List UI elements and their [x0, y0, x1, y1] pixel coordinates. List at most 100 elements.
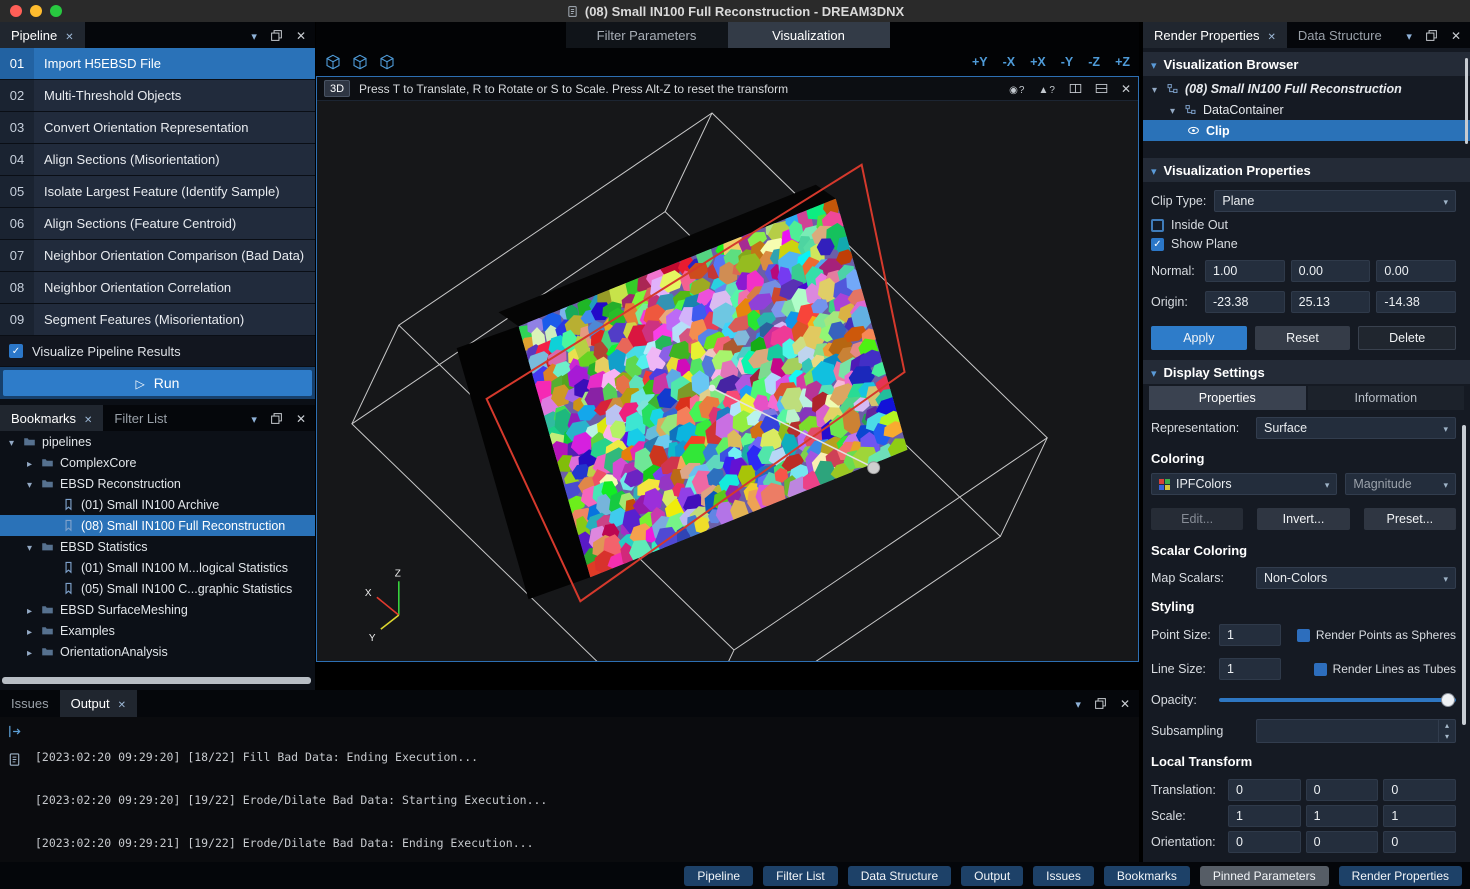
chevron-down-icon[interactable] — [251, 28, 257, 43]
bookmarks-item-ebsd-reconstruction[interactable]: EBSD Reconstruction — [0, 473, 315, 494]
chevron-down-icon[interactable] — [24, 540, 35, 554]
close-tab-icon[interactable] — [1268, 28, 1276, 43]
normal-y-field[interactable]: 0.00 — [1291, 260, 1371, 282]
chevron-down-icon[interactable] — [1149, 82, 1160, 96]
bookmarks-item-examples[interactable]: Examples — [0, 620, 315, 641]
pipeline-step[interactable]: 09 Segment Features (Misorientation) — [0, 304, 315, 336]
normal-x-field[interactable]: 1.00 — [1205, 260, 1285, 282]
chevron-right-icon[interactable] — [24, 456, 35, 470]
close-panel-icon[interactable] — [1120, 696, 1130, 711]
close-tab-icon[interactable] — [118, 696, 126, 711]
toggle-pipeline-button[interactable]: Pipeline — [684, 866, 753, 886]
bookmarks-item-complexcore[interactable]: ComplexCore — [0, 452, 315, 473]
tab-filter-parameters[interactable]: Filter Parameters — [566, 22, 728, 48]
chevron-down-icon[interactable] — [1167, 103, 1178, 117]
tab-issues[interactable]: Issues — [0, 690, 60, 717]
split-horizontal-icon[interactable] — [1095, 82, 1108, 95]
normal-z-field[interactable]: 0.00 — [1376, 260, 1456, 282]
tab-output[interactable]: Output — [60, 690, 137, 717]
browser-scrollbar[interactable] — [1465, 58, 1468, 144]
bookmarks-item-pipelines[interactable]: pipelines — [0, 431, 315, 452]
split-vertical-icon[interactable] — [1069, 82, 1082, 95]
map-scalars-dropdown[interactable]: Non-Colors — [1256, 567, 1456, 589]
undock-icon[interactable] — [1094, 697, 1107, 710]
render-lines-as-tubes-checkbox[interactable] — [1314, 663, 1327, 676]
pipeline-step[interactable]: 01 Import H5EBSD File — [0, 48, 315, 80]
camera-preset-plus-x[interactable]: +X — [1030, 55, 1046, 69]
orientation-z-field[interactable]: 0 — [1383, 831, 1456, 853]
close-panel-icon[interactable] — [296, 411, 306, 426]
chevron-down-icon[interactable] — [1406, 28, 1412, 43]
chevron-down-icon[interactable] — [6, 435, 17, 449]
close-view-icon[interactable] — [1121, 81, 1131, 96]
close-tab-icon[interactable] — [84, 411, 92, 426]
close-panel-icon[interactable] — [296, 28, 306, 43]
camera-preset-plus-y[interactable]: +Y — [972, 55, 988, 69]
scale-x-field[interactable]: 1 — [1228, 805, 1301, 827]
pipeline-step[interactable]: 08 Neighbor Orientation Correlation — [0, 272, 315, 304]
chevron-right-icon[interactable] — [24, 645, 35, 659]
browser-node-root[interactable]: (08) Small IN100 Full Reconstruction — [1143, 78, 1470, 99]
tab-data-structure[interactable]: Data Structure — [1287, 22, 1393, 48]
clip-type-dropdown[interactable]: Plane — [1214, 190, 1456, 212]
display-settings-header[interactable]: Display Settings — [1143, 360, 1470, 384]
toggle-data-structure-button[interactable]: Data Structure — [848, 866, 951, 886]
show-plane-checkbox[interactable] — [1151, 238, 1164, 251]
bookmarks-item-small-in100-archive[interactable]: (01) Small IN100 Archive — [0, 494, 315, 515]
visualize-results-checkbox[interactable] — [9, 344, 23, 358]
translation-z-field[interactable]: 0 — [1383, 779, 1456, 801]
probe-help-icon[interactable] — [1038, 81, 1055, 96]
eye-icon[interactable] — [1187, 124, 1200, 137]
origin-z-field[interactable]: -14.38 — [1376, 291, 1456, 313]
camera-cube-icon[interactable] — [325, 54, 341, 70]
camera-cube-stack-icon[interactable] — [379, 54, 395, 70]
toggle-filter-list-button[interactable]: Filter List — [763, 866, 838, 886]
settings-scrollbar[interactable] — [1462, 425, 1466, 725]
toggle-render-properties-button[interactable]: Render Properties — [1339, 866, 1462, 886]
component-dropdown[interactable]: Magnitude — [1345, 473, 1456, 495]
undock-icon[interactable] — [270, 29, 283, 42]
spin-up-icon[interactable] — [1439, 720, 1455, 731]
camera-preset-minus-y[interactable]: -Y — [1061, 55, 1074, 69]
toggle-bookmarks-button[interactable]: Bookmarks — [1104, 866, 1190, 886]
chevron-right-icon[interactable] — [24, 603, 35, 617]
tab-pipeline[interactable]: Pipeline — [0, 22, 85, 48]
spin-down-icon[interactable] — [1439, 731, 1455, 742]
bookmarks-item-morphological-statistics[interactable]: (01) Small IN100 M...logical Statistics — [0, 557, 315, 578]
toggle-output-button[interactable]: Output — [961, 866, 1023, 886]
camera-cube-alt-icon[interactable] — [352, 54, 368, 70]
tab-display-properties[interactable]: Properties — [1149, 386, 1306, 410]
translation-y-field[interactable]: 0 — [1306, 779, 1379, 801]
camera-preset-plus-z[interactable]: +Z — [1115, 55, 1130, 69]
line-size-field[interactable]: 1 — [1219, 658, 1281, 680]
3d-scene[interactable]: Z X Y — [317, 101, 1138, 661]
view-mode-badge[interactable]: 3D — [324, 80, 350, 97]
minimize-window-button[interactable] — [30, 5, 42, 17]
zoom-window-button[interactable] — [50, 5, 62, 17]
render-points-as-spheres-checkbox[interactable] — [1297, 629, 1310, 642]
color-array-dropdown[interactable]: IPFColors — [1151, 473, 1337, 495]
inside-out-checkbox[interactable] — [1151, 219, 1164, 232]
scale-z-field[interactable]: 1 — [1383, 805, 1456, 827]
picker-help-icon[interactable] — [1009, 81, 1025, 96]
pipeline-step[interactable]: 05 Isolate Largest Feature (Identify Sam… — [0, 176, 315, 208]
browser-node-datacontainer[interactable]: DataContainer — [1143, 99, 1470, 120]
camera-preset-minus-x[interactable]: -X — [1003, 55, 1016, 69]
tab-display-information[interactable]: Information — [1308, 386, 1465, 410]
tab-render-properties[interactable]: Render Properties — [1143, 22, 1287, 48]
pipeline-step[interactable]: 06 Align Sections (Feature Centroid) — [0, 208, 315, 240]
orientation-x-field[interactable]: 0 — [1228, 831, 1301, 853]
toggle-issues-button[interactable]: Issues — [1033, 866, 1094, 886]
origin-y-field[interactable]: 25.13 — [1291, 291, 1371, 313]
pipeline-step[interactable]: 03 Convert Orientation Representation — [0, 112, 315, 144]
bookmarks-item-ebsd-statistics[interactable]: EBSD Statistics — [0, 536, 315, 557]
close-tab-icon[interactable] — [65, 28, 73, 43]
opacity-slider[interactable] — [1219, 693, 1456, 707]
subsampling-spinbox[interactable] — [1256, 719, 1456, 743]
copy-log-icon[interactable] — [7, 752, 22, 767]
delete-button[interactable]: Delete — [1358, 326, 1456, 350]
pipeline-step[interactable]: 04 Align Sections (Misorientation) — [0, 144, 315, 176]
pipeline-step[interactable]: 02 Multi-Threshold Objects — [0, 80, 315, 112]
bookmarks-item-orientationanalysis[interactable]: OrientationAnalysis — [0, 641, 315, 662]
chevron-down-icon[interactable] — [251, 411, 257, 426]
